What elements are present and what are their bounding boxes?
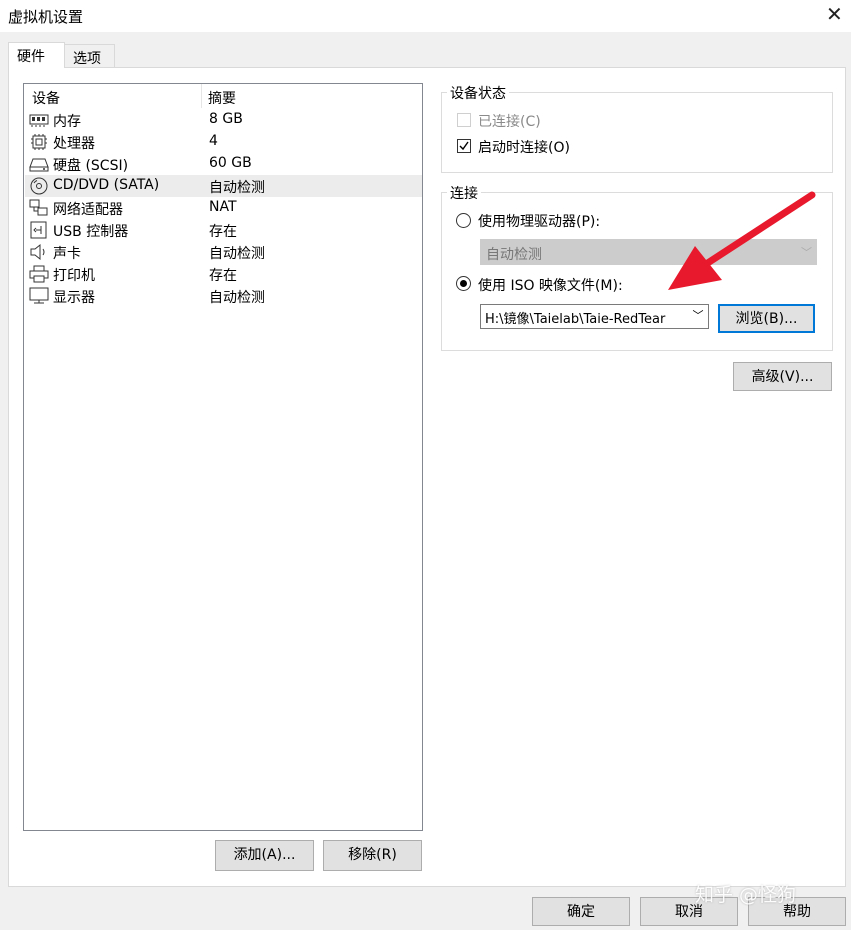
device-name: 硬盘 (SCSI) [53, 158, 129, 174]
device-row-network[interactable]: 网络适配器 NAT [25, 197, 422, 219]
close-icon[interactable]: ✕ [826, 2, 843, 26]
window-title: 虚拟机设置 [8, 8, 84, 26]
browse-button[interactable]: 浏览(B)... [718, 304, 815, 333]
checkmark-icon [459, 141, 469, 151]
device-name: 网络适配器 [53, 202, 123, 218]
device-summary: 8 GB [209, 111, 243, 127]
device-status-title: 设备状态 [447, 83, 509, 103]
device-summary: 4 [209, 133, 218, 149]
add-device-button[interactable]: 添加(A)... [215, 840, 314, 871]
device-row-harddisk[interactable]: 硬盘 (SCSI) 60 GB [25, 153, 422, 175]
physical-drive-value: 自动检测 [486, 247, 542, 263]
device-name: 内存 [53, 114, 81, 130]
device-row-sound[interactable]: 声卡 自动检测 [25, 241, 422, 263]
printer-icon [29, 265, 49, 283]
device-row-cd-dvd[interactable]: CD/DVD (SATA) 自动检测 [25, 175, 422, 197]
memory-icon [29, 114, 49, 127]
device-summary: 存在 [209, 268, 237, 284]
device-row-display[interactable]: 显示器 自动检测 [25, 285, 422, 307]
tab-options[interactable]: 选项 [64, 44, 115, 69]
iso-image-radio[interactable] [456, 276, 471, 291]
device-row-memory[interactable]: 内存 8 GB [25, 109, 422, 131]
device-summary: 60 GB [209, 155, 252, 171]
remove-device-button[interactable]: 移除(R) [323, 840, 422, 871]
device-summary: NAT [209, 199, 237, 215]
connect-at-power-on-checkbox[interactable] [457, 139, 471, 153]
device-name: USB 控制器 [53, 224, 129, 240]
annotation-arrow-icon [668, 191, 816, 290]
physical-drive-radio[interactable] [456, 213, 471, 228]
cpu-icon [31, 134, 47, 150]
device-column-header[interactable]: 设备 [32, 88, 60, 108]
tab-hardware-label: 硬件 [17, 49, 45, 65]
connect-at-power-on-label: 启动时连接(O) [478, 140, 570, 156]
device-name: 声卡 [53, 246, 81, 262]
watermark: 知乎 @怪狗 [695, 884, 797, 906]
connection-title: 连接 [447, 183, 481, 203]
summary-column-header[interactable]: 摘要 [208, 88, 236, 108]
advanced-button[interactable]: 高级(V)... [733, 362, 832, 391]
harddisk-icon [29, 158, 49, 172]
title-bar: 虚拟机设置 ✕ [0, 0, 851, 32]
device-list[interactable]: 设备 摘要 内存 8 GB 处理器 4 硬盘 (SCSI) 60 GB CD/D… [23, 83, 423, 831]
iso-path-value: H:\镜像\Taielab\Taie-RedTear [485, 312, 666, 327]
monitor-icon [29, 287, 49, 304]
usb-icon [30, 221, 47, 239]
device-row-printer[interactable]: 打印机 存在 [25, 263, 422, 285]
chevron-down-icon[interactable]: ﹀ [687, 305, 708, 328]
device-summary: 存在 [209, 224, 237, 240]
device-row-processor[interactable]: 处理器 4 [25, 131, 422, 153]
network-adapter-icon [29, 199, 48, 216]
device-summary: 自动检测 [209, 180, 265, 196]
column-divider[interactable] [201, 84, 202, 108]
tab-options-label: 选项 [73, 51, 101, 67]
connected-checkbox[interactable] [457, 113, 471, 127]
device-summary: 自动检测 [209, 246, 265, 262]
ok-button[interactable]: 确定 [532, 897, 630, 926]
iso-image-label: 使用 ISO 映像文件(M): [478, 278, 623, 294]
device-name: 打印机 [53, 268, 95, 284]
device-name: CD/DVD (SATA) [53, 177, 160, 193]
physical-drive-label: 使用物理驱动器(P): [478, 214, 601, 230]
device-status-group [441, 92, 833, 173]
tab-hardware[interactable]: 硬件 [8, 42, 65, 68]
device-name: 处理器 [53, 136, 95, 152]
connected-label: 已连接(C) [478, 114, 541, 130]
iso-path-combobox[interactable]: H:\镜像\Taielab\Taie-RedTear ﹀ [480, 304, 709, 329]
speaker-icon [30, 243, 45, 261]
cd-dvd-icon [30, 177, 48, 195]
device-name: 显示器 [53, 290, 95, 306]
device-row-usb[interactable]: USB 控制器 存在 [25, 219, 422, 241]
device-summary: 自动检测 [209, 290, 265, 306]
